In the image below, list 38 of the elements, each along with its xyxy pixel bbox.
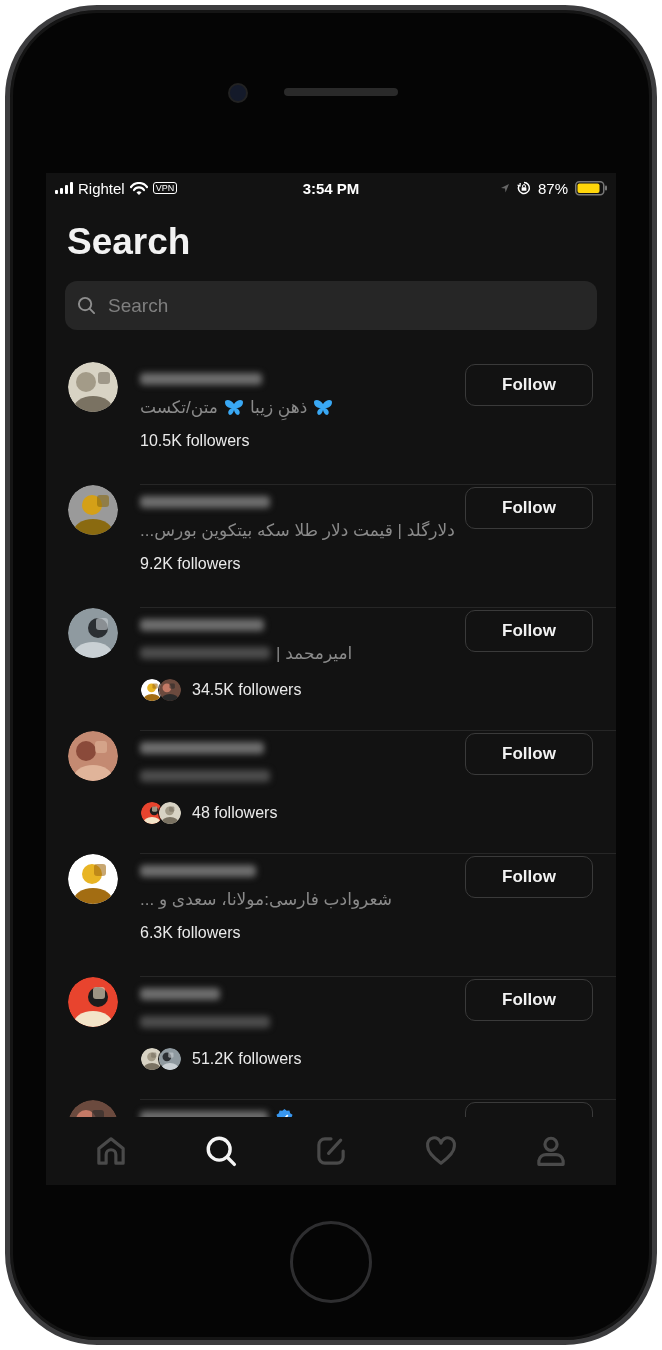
bio-text: ذهنِ زیبا	[249, 396, 308, 418]
butterfly-icon	[313, 398, 334, 416]
battery-icon	[575, 180, 607, 196]
butterfly-icon	[223, 398, 244, 416]
bio-text: دلارگلد | قیمت دلار طلا سکه بیتکوین بورس...	[140, 519, 455, 541]
rotation-lock-icon	[517, 181, 531, 195]
home-icon	[94, 1134, 128, 1168]
search-icon	[204, 1134, 238, 1168]
follow-button[interactable]: Follow	[465, 610, 593, 652]
follower-count: 9.2K followers	[140, 555, 241, 573]
bio-text: امیرمحمد |	[276, 642, 353, 664]
battery-percent: 87%	[538, 179, 568, 197]
search-icon	[77, 296, 96, 315]
follow-button[interactable]: Follow	[465, 856, 593, 898]
follower-count: 34.5K followers	[192, 681, 302, 699]
heart-icon	[424, 1134, 458, 1168]
follower-count: 10.5K followers	[140, 432, 250, 450]
profile-icon	[534, 1134, 568, 1168]
bio-text: متن/تکست	[140, 396, 218, 418]
bio-text: شعروادب فارسی:مولانا، سعدی و ...	[140, 888, 392, 910]
follower-count: 51.2K followers	[192, 1050, 302, 1068]
follow-button[interactable]: Follow	[465, 733, 593, 775]
search-field[interactable]: Search	[65, 281, 597, 330]
compose-icon	[314, 1134, 348, 1168]
camera-lens	[228, 83, 248, 103]
vpn-badge: VPN	[152, 182, 178, 194]
follow-button[interactable]: Follow	[465, 364, 593, 406]
signal-icon	[55, 182, 73, 194]
follow-button[interactable]: Follow	[465, 979, 593, 1021]
follower-count: 6.3K followers	[140, 924, 241, 942]
clock-time: 3:54 PM	[302, 179, 360, 197]
follower-count: 48 followers	[192, 804, 278, 822]
carrier-name: Rightel	[78, 179, 125, 197]
wifi-icon	[129, 181, 148, 195]
home-button[interactable]	[290, 1220, 372, 1303]
page-title: Search	[66, 220, 192, 264]
location-arrow-icon	[500, 183, 510, 193]
follow-button[interactable]: Follow	[465, 487, 593, 529]
